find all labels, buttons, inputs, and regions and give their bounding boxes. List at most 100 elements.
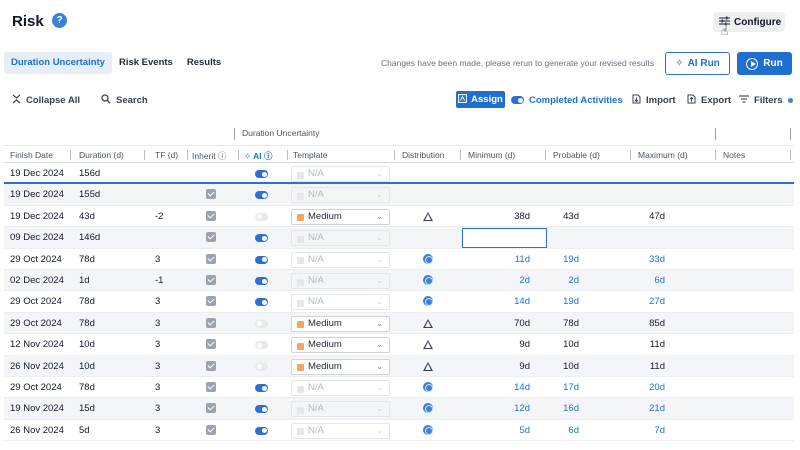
col-tf[interactable]: TF (d): [155, 150, 178, 160]
maximum-cell[interactable]: [601, 184, 665, 205]
table-row[interactable]: 19 Nov 2024 15d 3 N/A ⌄ 12d 16d 21d: [4, 398, 794, 420]
probable-cell[interactable]: 17d: [515, 377, 579, 398]
maximum-cell[interactable]: 27d: [601, 291, 665, 312]
table-row[interactable]: 02 Dec 2024 1d -1 N/A ⌄ 2d 2d 6d: [4, 270, 794, 292]
inherit-checkbox[interactable]: [206, 339, 216, 350]
probable-cell[interactable]: 2d: [515, 270, 579, 291]
col-inherit[interactable]: Inherit ⓘ: [192, 150, 227, 162]
table-row[interactable]: 09 Dec 2024 146d N/A ⌄: [4, 227, 794, 249]
maximum-cell[interactable]: 11d: [601, 334, 665, 355]
inherit-checkbox[interactable]: [206, 360, 216, 371]
inherit-checkbox[interactable]: [206, 403, 216, 414]
maximum-cell[interactable]: 7d: [601, 420, 665, 441]
probable-cell[interactable]: 19d: [515, 249, 579, 270]
inherit-checkbox[interactable]: [206, 317, 216, 328]
inherit-checkbox[interactable]: [206, 275, 216, 285]
maximum-cell[interactable]: 20d: [601, 377, 665, 398]
completed-activities-toggle[interactable]: Completed Activities: [511, 92, 623, 108]
ai-toggle[interactable]: [255, 298, 268, 307]
col-probable[interactable]: Probable (d): [553, 150, 600, 160]
template-select[interactable]: N/A ⌄: [291, 166, 390, 182]
ai-toggle[interactable]: [255, 191, 268, 200]
ai-toggle[interactable]: [255, 426, 268, 435]
template-select[interactable]: N/A ⌄: [291, 273, 390, 289]
col-distribution[interactable]: Distribution: [402, 150, 445, 160]
probable-cell[interactable]: [515, 184, 579, 205]
table-row[interactable]: 29 Oct 2024 78d 3 N/A ⌄ 14d 19d 27d: [4, 291, 794, 313]
table-row[interactable]: 26 Nov 2024 5d 3 N/A ⌄ 5d 6d 7d: [4, 420, 794, 442]
col-notes[interactable]: Notes: [723, 150, 745, 160]
ai-run-button[interactable]: ✧ AI Run: [665, 52, 730, 75]
ai-toggle[interactable]: [255, 212, 268, 221]
filters-button[interactable]: Filters: [739, 92, 793, 108]
ai-toggle[interactable]: [255, 277, 268, 285]
table-row[interactable]: 19 Dec 2024 43d -2 Medium ⌄ 38d 43d 47d: [4, 206, 794, 228]
ai-toggle[interactable]: [255, 384, 268, 392]
maximum-cell[interactable]: 11d: [601, 356, 665, 377]
maximum-cell[interactable]: [601, 227, 665, 248]
import-button[interactable]: Import: [632, 92, 676, 108]
template-select[interactable]: Medium ⌄: [291, 315, 390, 332]
ai-toggle[interactable]: [255, 405, 268, 414]
ai-toggle[interactable]: [255, 234, 268, 243]
template-select[interactable]: N/A ⌄: [291, 187, 390, 204]
collapse-all-button[interactable]: Collapse All: [12, 92, 80, 108]
tab-duration-uncertainty[interactable]: Duration Uncertainty: [4, 52, 112, 74]
probable-cell[interactable]: [515, 163, 579, 184]
col-duration[interactable]: Duration (d): [79, 150, 124, 160]
maximum-cell[interactable]: [601, 163, 665, 184]
probable-cell[interactable]: 43d: [515, 206, 579, 227]
tab-results[interactable]: Results: [180, 52, 228, 74]
probable-cell[interactable]: 10d: [515, 356, 579, 377]
inherit-checkbox[interactable]: [206, 210, 216, 221]
inherit-checkbox[interactable]: [206, 232, 216, 243]
template-select[interactable]: N/A ⌄: [291, 380, 390, 396]
search-button[interactable]: Search: [101, 92, 148, 108]
ai-toggle[interactable]: [255, 170, 268, 178]
probable-cell[interactable]: 19d: [515, 291, 579, 312]
col-finish-date[interactable]: Finish Date: [10, 150, 53, 160]
ai-toggle[interactable]: [255, 341, 268, 350]
tab-risk-events[interactable]: Risk Events: [112, 52, 180, 74]
inherit-checkbox[interactable]: [206, 424, 216, 435]
assign-button[interactable]: Assign: [456, 91, 505, 108]
table-row[interactable]: 26 Nov 2024 10d 3 Medium ⌄ 9d 10d 11d: [4, 355, 794, 377]
ai-toggle[interactable]: [255, 362, 268, 371]
template-select[interactable]: N/A ⌄: [291, 294, 390, 311]
maximum-cell[interactable]: 21d: [601, 398, 665, 419]
inherit-checkbox[interactable]: [206, 296, 216, 307]
template-select[interactable]: Medium ⌄: [291, 337, 390, 354]
question-mark-icon[interactable]: ?: [52, 13, 67, 28]
probable-cell[interactable]: 10d: [515, 334, 579, 355]
probable-cell[interactable]: 16d: [515, 398, 579, 419]
table-row[interactable]: 29 Oct 2024 78d 3 Medium ⌄ 70d 78d 85d: [4, 312, 794, 335]
maximum-cell[interactable]: 33d: [601, 249, 665, 270]
template-select[interactable]: N/A ⌄: [291, 422, 390, 439]
col-maximum[interactable]: Maximum (d): [638, 150, 688, 160]
probable-cell[interactable]: 6d: [515, 420, 579, 441]
col-ai[interactable]: ✧ AI ⓘ: [244, 150, 273, 162]
template-select[interactable]: Medium ⌄: [291, 358, 390, 375]
probable-cell[interactable]: 78d: [515, 313, 579, 334]
inherit-checkbox[interactable]: [206, 189, 216, 200]
template-select[interactable]: N/A ⌄: [291, 251, 390, 268]
table-row[interactable]: 12 Nov 2024 10d 3 Medium ⌄ 9d 10d 11d: [4, 334, 794, 356]
ai-toggle[interactable]: [255, 319, 268, 328]
template-select[interactable]: N/A ⌄: [291, 230, 390, 247]
maximum-cell[interactable]: 6d: [601, 270, 665, 291]
run-button[interactable]: Run: [737, 52, 792, 75]
col-minimum[interactable]: Minimum (d): [468, 150, 515, 160]
table-row[interactable]: 19 Dec 2024 156d N/A ⌄: [4, 163, 794, 185]
maximum-cell[interactable]: 47d: [601, 206, 665, 227]
col-template[interactable]: Template: [293, 150, 328, 160]
table-row[interactable]: 29 Oct 2024 78d 3 N/A ⌄ 11d 19d 33d: [4, 249, 794, 270]
maximum-cell[interactable]: 85d: [601, 313, 665, 334]
table-row[interactable]: 29 Oct 2024 78d 3 N/A ⌄ 14d 17d 20d: [4, 377, 794, 399]
export-button[interactable]: Export: [687, 92, 731, 108]
minimum-edit-input[interactable]: [462, 228, 547, 249]
ai-toggle[interactable]: [255, 255, 268, 264]
inherit-checkbox[interactable]: [206, 382, 216, 392]
table-row[interactable]: 19 Dec 2024 155d N/A ⌄: [4, 184, 794, 206]
template-select[interactable]: N/A ⌄: [291, 401, 390, 418]
template-select[interactable]: Medium ⌄: [291, 208, 390, 225]
